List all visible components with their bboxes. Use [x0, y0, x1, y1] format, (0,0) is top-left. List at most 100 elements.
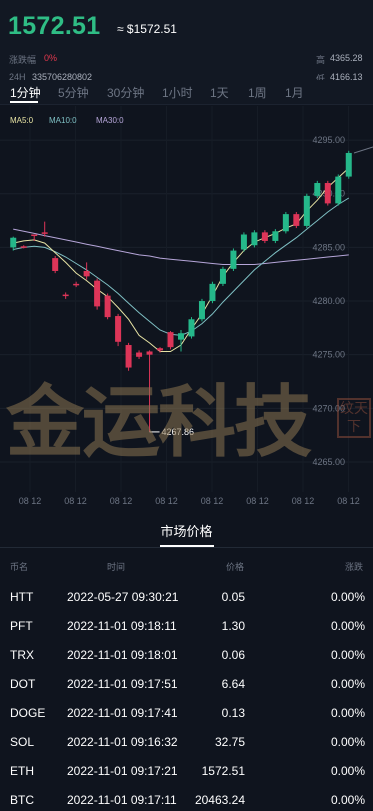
market-price-title[interactable]: 市场价格: [0, 521, 373, 540]
candle-down[interactable]: [167, 332, 174, 348]
x-tick-label: 08 12: [246, 496, 269, 506]
row-time: 2022-11-01 09:17:41: [67, 706, 178, 720]
row-price: 1572.51: [201, 764, 245, 778]
row-change: 0.00%: [330, 706, 365, 720]
high-label: 高: [316, 55, 326, 65]
candle-up[interactable]: [314, 183, 321, 196]
candle-up[interactable]: [240, 234, 247, 250]
candle-down[interactable]: [104, 295, 111, 318]
candle-down[interactable]: [293, 214, 300, 226]
kline-chart-area[interactable]: 4295.004290.004285.004280.004275.004270.…: [0, 106, 373, 516]
row-price: 20463.24: [194, 793, 245, 807]
price-header: 1572.51 ≈ $1572.51 涨跌幅 0% 24H 3357062808…: [0, 0, 373, 84]
row-change: 0.00%: [330, 793, 365, 807]
y-tick-label: 4295.00: [312, 135, 345, 145]
row-time: 2022-11-01 09:18:01: [67, 648, 178, 662]
tab-1month[interactable]: 1月: [285, 84, 304, 101]
candle-up[interactable]: [209, 283, 216, 302]
y-tick-label: 4270.00: [312, 403, 345, 413]
coin-name: TRX: [10, 648, 34, 662]
candle-down[interactable]: [125, 345, 132, 368]
tab-30min[interactable]: 30分钟: [107, 84, 144, 101]
price-usd-approx: ≈ $1572.51: [117, 22, 177, 36]
x-tick-label: 08 12: [201, 496, 224, 506]
candle-up[interactable]: [219, 268, 226, 284]
candle-down[interactable]: [94, 280, 101, 307]
candle-down[interactable]: [31, 234, 38, 237]
row-price: 1.30: [221, 619, 245, 633]
candle-down[interactable]: [62, 294, 69, 297]
ma5-legend: MA5:0: [10, 116, 34, 125]
row-change: 0.00%: [330, 648, 365, 662]
row-price: 0.13: [221, 706, 245, 720]
y-tick-label: 4285.00: [312, 242, 345, 252]
candle-down[interactable]: [324, 183, 331, 204]
candle-down[interactable]: [261, 232, 268, 241]
active-tab-indicator: [10, 101, 38, 103]
row-change: 0.00%: [330, 619, 365, 633]
tab-1min[interactable]: 1分钟: [10, 84, 41, 101]
section-divider: [0, 547, 373, 548]
candle-up[interactable]: [303, 195, 310, 226]
candle-down[interactable]: [115, 316, 122, 342]
y-tick-label: 4280.00: [312, 296, 345, 306]
candle-up[interactable]: [272, 231, 279, 241]
y-tick-label: 4265.00: [312, 457, 345, 467]
candle-up[interactable]: [251, 232, 258, 246]
header-price: 价格: [226, 562, 245, 572]
row-change: 0.00%: [330, 590, 365, 604]
row-change: 0.00%: [330, 764, 365, 778]
candle-up[interactable]: [188, 319, 195, 337]
candle-up[interactable]: [282, 214, 289, 232]
candle-down[interactable]: [136, 352, 143, 357]
candle-down[interactable]: [73, 283, 80, 286]
coin-name: HTT: [10, 590, 34, 604]
change-label: 涨跌幅: [9, 55, 37, 65]
header-coin-name: 币名: [10, 562, 29, 572]
y-tick-label: 4275.00: [312, 350, 345, 360]
tab-1hour[interactable]: 1小时: [162, 84, 193, 101]
candle-up[interactable]: [10, 237, 17, 248]
coin-name: DOT: [10, 677, 36, 691]
row-price: 32.75: [214, 735, 245, 749]
change-value: 0%: [44, 53, 58, 63]
candle-down[interactable]: [52, 258, 59, 271]
row-time: 2022-11-01 09:18:11: [67, 619, 177, 633]
coin-name: DOGE: [10, 706, 46, 720]
tab-5min[interactable]: 5分钟: [58, 84, 89, 101]
coin-name: SOL: [10, 735, 35, 749]
row-time: 2022-11-01 09:16:32: [67, 735, 178, 749]
min-price-label: 4267.86: [162, 427, 195, 437]
candle-up[interactable]: [198, 301, 205, 320]
x-tick-label: 08 12: [292, 496, 315, 506]
row-price: 6.64: [221, 677, 245, 691]
candle-down[interactable]: [83, 270, 90, 277]
interval-tabs: 1分钟 5分钟 30分钟 1小时 1天 1周 1月: [0, 80, 373, 105]
tab-1week[interactable]: 1周: [248, 84, 267, 101]
candle-down[interactable]: [41, 232, 48, 234]
candle-up[interactable]: [335, 176, 342, 204]
x-tick-label: 08 12: [19, 496, 42, 506]
coin-name: PFT: [10, 619, 33, 633]
candle-down[interactable]: [157, 348, 164, 351]
ma10-legend: MA10:0: [49, 116, 77, 125]
candle-up[interactable]: [230, 250, 237, 269]
candle-down[interactable]: [20, 246, 27, 248]
x-tick-label: 08 12: [155, 496, 178, 506]
coin-name: BTC: [10, 793, 34, 807]
candle-down[interactable]: [146, 351, 153, 355]
row-time: 2022-11-01 09:17:51: [67, 677, 178, 691]
candlestick-chart[interactable]: 4295.004290.004285.004280.004275.004270.…: [0, 106, 373, 516]
row-change: 0.00%: [330, 677, 365, 691]
coin-name: ETH: [10, 764, 34, 778]
candle-up[interactable]: [345, 152, 352, 177]
ma30-legend: MA30:0: [96, 116, 124, 125]
row-price: 0.05: [221, 590, 245, 604]
row-time: 2022-11-01 09:17:11: [67, 793, 177, 807]
x-tick-label: 08 12: [64, 496, 87, 506]
row-time: 2022-11-01 09:17:21: [67, 764, 178, 778]
row-change: 0.00%: [330, 735, 365, 749]
current-price: 1572.51: [8, 12, 101, 40]
tab-1day[interactable]: 1天: [210, 84, 229, 101]
candle-up[interactable]: [178, 333, 184, 340]
